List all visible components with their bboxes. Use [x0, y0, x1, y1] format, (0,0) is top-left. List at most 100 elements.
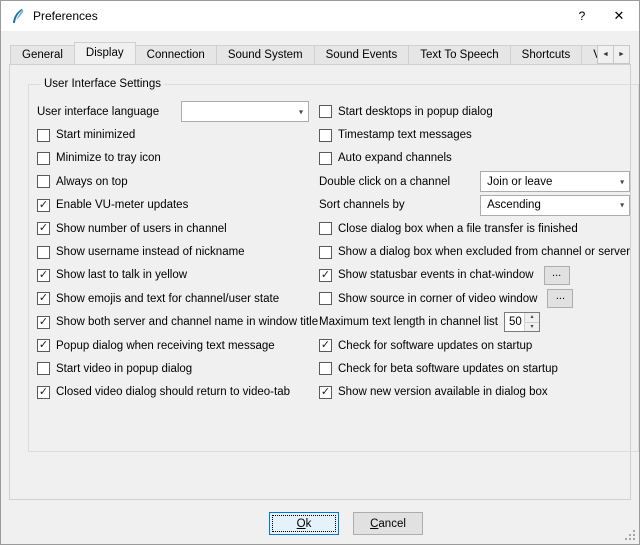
close-dialog-box-when-a-file-transfer-is-finished-label[interactable]: Close dialog box when a file transfer is…	[338, 223, 578, 235]
settings-row: Always on top	[37, 170, 309, 193]
close-icon[interactable]: ✕	[599, 1, 639, 31]
tab-text-to-speech[interactable]: Text To Speech	[408, 45, 510, 64]
show-emojis-and-text-for-channel-user-state-label[interactable]: Show emojis and text for channel/user st…	[56, 293, 279, 305]
combo-selected-value: Ascending	[487, 199, 541, 211]
settings-row: Minimize to tray icon	[37, 147, 309, 170]
show-username-instead-of-nickname-checkbox[interactable]	[37, 246, 50, 259]
show-statusbar-events-in-chat-window-label[interactable]: Show statusbar events in chat-window	[338, 269, 534, 281]
settings-row: ✓ Show statusbar events in chat-window...	[319, 264, 630, 287]
show-a-dialog-box-when-excluded-from-channel-or-server-label[interactable]: Show a dialog box when excluded from cha…	[338, 246, 630, 258]
show-emojis-and-text-for-channel-user-state-checkbox[interactable]: ✓	[37, 292, 50, 305]
help-button[interactable]: ?	[565, 1, 599, 31]
preferences-dialog: { "window": { "title": "Preferences" }, …	[0, 0, 640, 545]
settings-row: Double click on a channel Join or leave ▾	[319, 170, 630, 193]
left-column: User interface language ▾ Start minimized M…	[37, 100, 309, 404]
chevron-down-icon: ▾	[620, 201, 624, 210]
popup-dialog-when-receiving-text-message-label[interactable]: Popup dialog when receiving text message	[56, 340, 275, 352]
show-last-to-talk-in-yellow-checkbox[interactable]: ✓	[37, 269, 50, 282]
closed-video-dialog-should-return-to-video-tab-label[interactable]: Closed video dialog should return to vid…	[56, 386, 290, 398]
combo-selected-value: Join or leave	[487, 176, 552, 188]
settings-row: ✓ Show new version available in dialog bo…	[319, 381, 630, 404]
tab-sound-events[interactable]: Sound Events	[314, 45, 410, 64]
show-both-server-and-channel-name-in-window-title-label[interactable]: Show both server and channel name in win…	[56, 316, 318, 328]
group-title: User Interface Settings	[41, 78, 164, 90]
minimize-to-tray-icon-checkbox[interactable]	[37, 152, 50, 165]
display-tab-page: User Interface Settings User interface l…	[9, 64, 631, 500]
settings-row: Timestamp text messages	[319, 123, 630, 146]
spin-up-icon[interactable]: ▴	[525, 313, 539, 323]
closed-video-dialog-should-return-to-video-tab-checkbox[interactable]: ✓	[37, 386, 50, 399]
chevron-down-icon: ▾	[620, 177, 624, 186]
start-minimized-label[interactable]: Start minimized	[56, 129, 135, 141]
sort-channels-by-label: Sort channels by	[319, 199, 405, 211]
close-dialog-box-when-a-file-transfer-is-finished-checkbox[interactable]	[319, 222, 332, 235]
show-source-in-corner-of-video-window-more-button[interactable]: ...	[547, 289, 573, 308]
settings-row: ✓ Show emojis and text for channel/user s…	[37, 287, 309, 310]
settings-row: ✓ Show last to talk in yellow	[37, 264, 309, 287]
user-interface-language-label: User interface language	[37, 106, 159, 118]
show-source-in-corner-of-video-window-checkbox[interactable]	[319, 292, 332, 305]
double-click-on-a-channel-combobox[interactable]: Join or leave ▾	[480, 171, 630, 192]
spinbox-value[interactable]: 50	[505, 313, 524, 331]
show-statusbar-events-in-chat-window-checkbox[interactable]: ✓	[319, 269, 332, 282]
right-column: Start desktops in popup dialog Timestamp …	[319, 100, 630, 404]
show-number-of-users-in-channel-label[interactable]: Show number of users in channel	[56, 223, 227, 235]
double-click-on-a-channel-label: Double click on a channel	[319, 176, 450, 188]
resize-grip[interactable]	[623, 528, 635, 540]
start-desktops-in-popup-dialog-checkbox[interactable]	[319, 105, 332, 118]
show-statusbar-events-in-chat-window-more-button[interactable]: ...	[544, 266, 570, 285]
timestamp-text-messages-label[interactable]: Timestamp text messages	[338, 129, 472, 141]
start-video-in-popup-dialog-checkbox[interactable]	[37, 362, 50, 375]
show-new-version-available-in-dialog-box-label[interactable]: Show new version available in dialog box	[338, 386, 548, 398]
always-on-top-label[interactable]: Always on top	[56, 176, 128, 188]
sort-channels-by-combobox[interactable]: Ascending ▾	[480, 195, 630, 216]
ok-button[interactable]: Ok	[269, 512, 339, 535]
show-last-to-talk-in-yellow-label[interactable]: Show last to talk in yellow	[56, 269, 187, 281]
tab-connection[interactable]: Connection	[135, 45, 217, 64]
popup-dialog-when-receiving-text-message-checkbox[interactable]: ✓	[37, 339, 50, 352]
tab-general[interactable]: General	[10, 45, 75, 64]
check-for-software-updates-on-startup-checkbox[interactable]: ✓	[319, 339, 332, 352]
cancel-button[interactable]: Cancel	[353, 512, 423, 535]
timestamp-text-messages-checkbox[interactable]	[319, 129, 332, 142]
enable-vu-meter-updates-checkbox[interactable]: ✓	[37, 199, 50, 212]
show-a-dialog-box-when-excluded-from-channel-or-server-checkbox[interactable]	[319, 246, 332, 259]
tab-display[interactable]: Display	[74, 42, 136, 64]
tab-scroll-left-icon[interactable]: ◄	[597, 45, 614, 64]
settings-row: User interface language ▾	[37, 100, 309, 123]
start-desktops-in-popup-dialog-label[interactable]: Start desktops in popup dialog	[338, 106, 493, 118]
maximum-text-length-in-channel-list-label: Maximum text length in channel list	[319, 316, 498, 328]
settings-columns: User interface language ▾ Start minimized M…	[37, 100, 630, 404]
start-video-in-popup-dialog-label[interactable]: Start video in popup dialog	[56, 363, 192, 375]
show-number-of-users-in-channel-checkbox[interactable]: ✓	[37, 222, 50, 235]
spin-buttons: ▴▾	[524, 313, 539, 331]
app-icon	[9, 8, 26, 25]
user-interface-language-combobox[interactable]: ▾	[181, 101, 309, 122]
tab-scroll-buttons: ◄ ►	[598, 45, 630, 64]
title-bar[interactable]: Preferences ? ✕	[1, 1, 639, 31]
show-username-instead-of-nickname-label[interactable]: Show username instead of nickname	[56, 246, 245, 258]
titlebar-buttons: ? ✕	[565, 1, 639, 31]
show-both-server-and-channel-name-in-window-title-checkbox[interactable]: ✓	[37, 316, 50, 329]
check-for-beta-software-updates-on-startup-label[interactable]: Check for beta software updates on start…	[338, 363, 558, 375]
maximum-text-length-in-channel-list-spinbox[interactable]: 50▴▾	[504, 312, 540, 332]
settings-row: Show username instead of nickname	[37, 240, 309, 263]
show-source-in-corner-of-video-window-label[interactable]: Show source in corner of video window	[338, 293, 537, 305]
tab-scroll-right-icon[interactable]: ►	[613, 45, 630, 64]
tab-shortcuts[interactable]: Shortcuts	[510, 45, 583, 64]
user-interface-settings-group: User Interface Settings User interface l…	[28, 78, 639, 452]
settings-row: ✓ Show number of users in channel	[37, 217, 309, 240]
check-for-software-updates-on-startup-label[interactable]: Check for software updates on startup	[338, 340, 532, 352]
enable-vu-meter-updates-label[interactable]: Enable VU-meter updates	[56, 199, 188, 211]
start-minimized-checkbox[interactable]	[37, 129, 50, 142]
always-on-top-checkbox[interactable]	[37, 175, 50, 188]
minimize-to-tray-icon-label[interactable]: Minimize to tray icon	[56, 152, 161, 164]
auto-expand-channels-label[interactable]: Auto expand channels	[338, 152, 452, 164]
settings-row: ✓ Enable VU-meter updates	[37, 194, 309, 217]
settings-row: ✓Show both server and channel name in wi…	[37, 311, 309, 334]
check-for-beta-software-updates-on-startup-checkbox[interactable]	[319, 362, 332, 375]
auto-expand-channels-checkbox[interactable]	[319, 152, 332, 165]
tab-sound-system[interactable]: Sound System	[216, 45, 315, 64]
spin-down-icon[interactable]: ▾	[525, 323, 539, 332]
show-new-version-available-in-dialog-box-checkbox[interactable]: ✓	[319, 386, 332, 399]
